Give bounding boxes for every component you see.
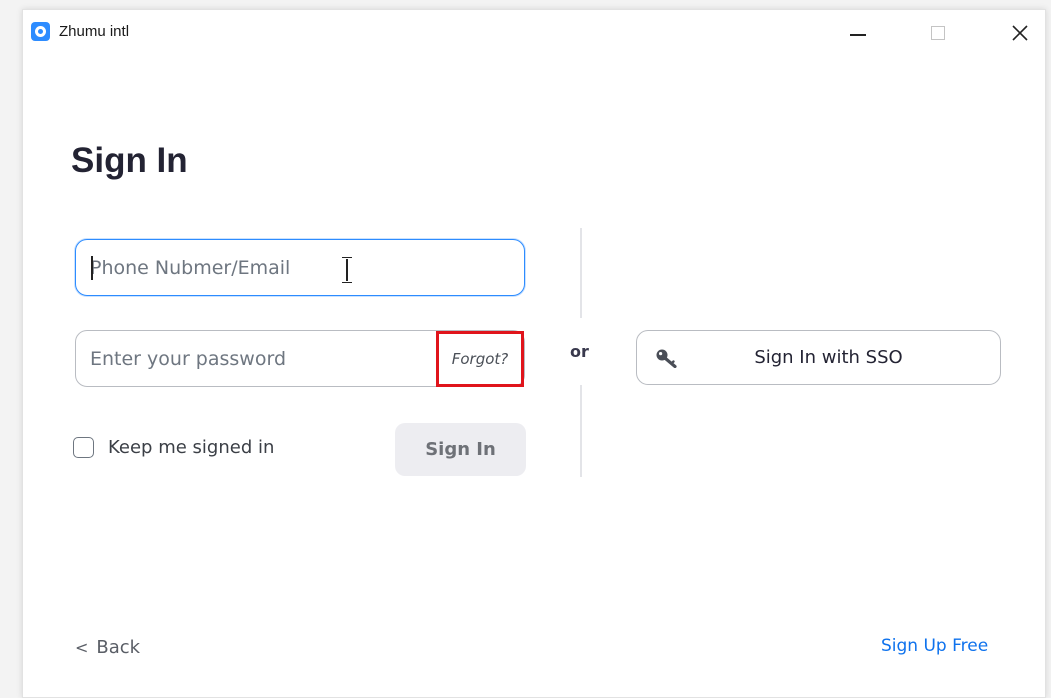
chevron-left-icon: < <box>75 638 89 657</box>
app-window: Zhumu intl Sign In Forgot? Keep me signe… <box>22 9 1046 698</box>
sso-sign-in-button[interactable]: Sign In with SSO <box>636 330 1001 385</box>
close-icon <box>1012 25 1028 41</box>
divider-line <box>580 385 582 477</box>
back-label: Back <box>96 637 141 658</box>
forgot-password-link[interactable]: Forgot? <box>436 331 524 387</box>
back-link[interactable]: < Back <box>75 637 140 658</box>
sign-up-free-link[interactable]: Sign Up Free <box>881 636 988 656</box>
title-bar: Zhumu intl <box>23 10 1045 56</box>
text-caret <box>91 256 93 280</box>
email-input[interactable] <box>76 256 524 279</box>
or-separator: or <box>570 342 589 361</box>
keep-signed-in-option[interactable]: Keep me signed in <box>73 437 274 458</box>
close-button[interactable] <box>997 10 1043 56</box>
page-title: Sign In <box>71 141 188 180</box>
sign-in-button[interactable]: Sign In <box>395 423 526 476</box>
sso-button-label: Sign In with SSO <box>754 347 903 368</box>
app-logo-icon <box>31 22 50 41</box>
window-title: Zhumu intl <box>59 23 130 40</box>
keep-signed-in-checkbox[interactable] <box>73 437 94 458</box>
password-input[interactable] <box>76 347 430 370</box>
minimize-icon <box>850 34 866 36</box>
email-field[interactable] <box>75 239 525 296</box>
keep-signed-in-label: Keep me signed in <box>108 437 275 458</box>
minimize-button[interactable] <box>835 10 881 56</box>
ibeam-cursor-icon <box>342 257 352 283</box>
maximize-icon <box>931 26 945 40</box>
maximize-button[interactable] <box>915 10 961 56</box>
divider-line <box>580 228 582 318</box>
